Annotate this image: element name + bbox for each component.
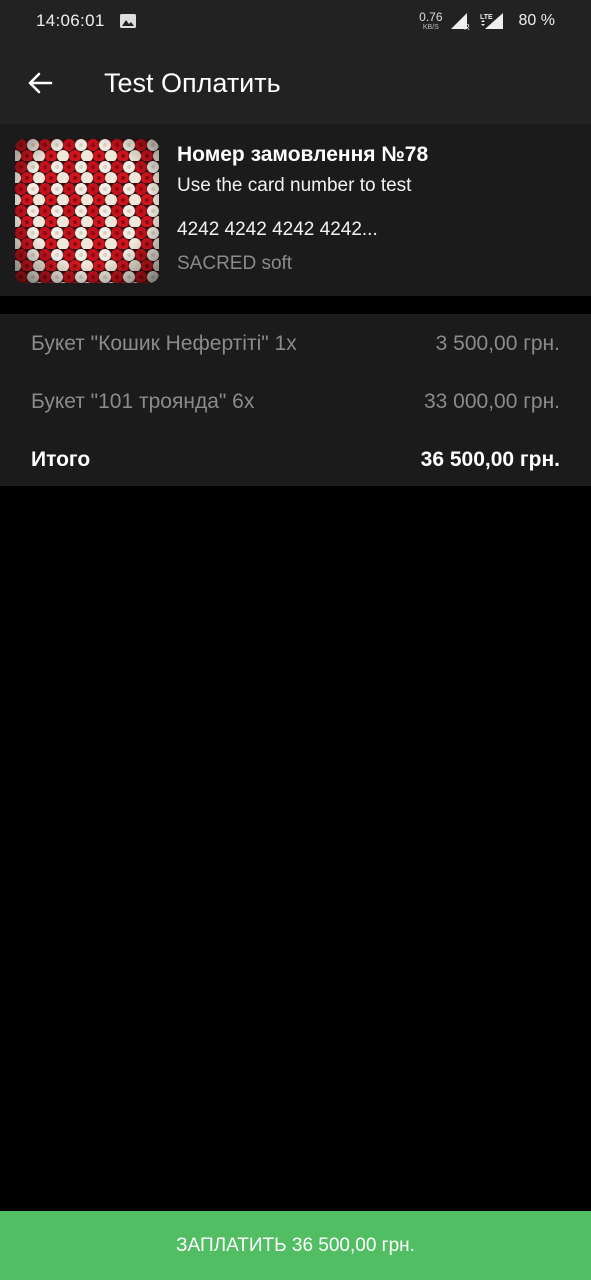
order-number: Номер замовлення №78 xyxy=(177,143,429,166)
net-speed-value: 0.76 xyxy=(419,10,443,24)
order-items-list: Букет "Кошик Нефертіті" 1x 3 500,00 грн.… xyxy=(0,314,591,486)
rose-bouquet-image xyxy=(15,139,159,283)
item-price: 33 000,00 грн. xyxy=(423,390,560,413)
list-item: Букет "Кошик Нефертіті" 1x 3 500,00 грн. xyxy=(31,315,560,373)
order-summary-card: Номер замовлення №78 Use the card number… xyxy=(0,124,591,296)
arrow-back-icon xyxy=(28,72,53,94)
test-card-number: 4242 4242 4242 4242... xyxy=(177,219,378,240)
order-info: Номер замовлення №78 Use the card number… xyxy=(177,142,575,276)
total-price: 36 500,00 грн. xyxy=(420,448,560,471)
signal-lte-icon: LTE xyxy=(480,13,503,29)
item-name: Букет "Кошик Нефертіті" 1x xyxy=(31,332,297,355)
battery-level: 80 % xyxy=(518,12,555,29)
gallery-notification-icon xyxy=(119,14,136,28)
status-time: 14:06:01 xyxy=(36,11,105,30)
svg-text:LTE: LTE xyxy=(480,14,493,21)
total-label: Итого xyxy=(31,448,91,471)
back-button[interactable] xyxy=(0,42,80,124)
order-description: Use the card number to test xyxy=(177,175,412,196)
app-bar: Test Оплатить xyxy=(0,42,591,124)
signal-roaming-icon: R xyxy=(450,13,470,31)
product-image xyxy=(15,139,159,283)
svg-text:R: R xyxy=(464,23,470,31)
status-indicators: 0.76 KB/S R LTE 80 % xyxy=(419,11,555,31)
total-row: Итого 36 500,00 грн. xyxy=(31,431,560,489)
page-title: Test Оплатить xyxy=(104,67,281,98)
net-speed-unit: KB/S xyxy=(422,24,439,31)
pay-button[interactable]: ЗАПЛАТИТЬ 36 500,00 грн. xyxy=(0,1211,591,1280)
net-speed: 0.76 KB/S xyxy=(419,11,442,31)
item-price: 3 500,00 грн. xyxy=(435,332,560,355)
status-bar: 14:06:01 0.76 KB/S R LTE 80 % xyxy=(0,0,591,42)
list-item: Букет "101 троянда" 6x 33 000,00 грн. xyxy=(31,373,560,431)
merchant-name: SACRED soft xyxy=(177,253,293,274)
item-name: Букет "101 троянда" 6x xyxy=(31,390,255,413)
